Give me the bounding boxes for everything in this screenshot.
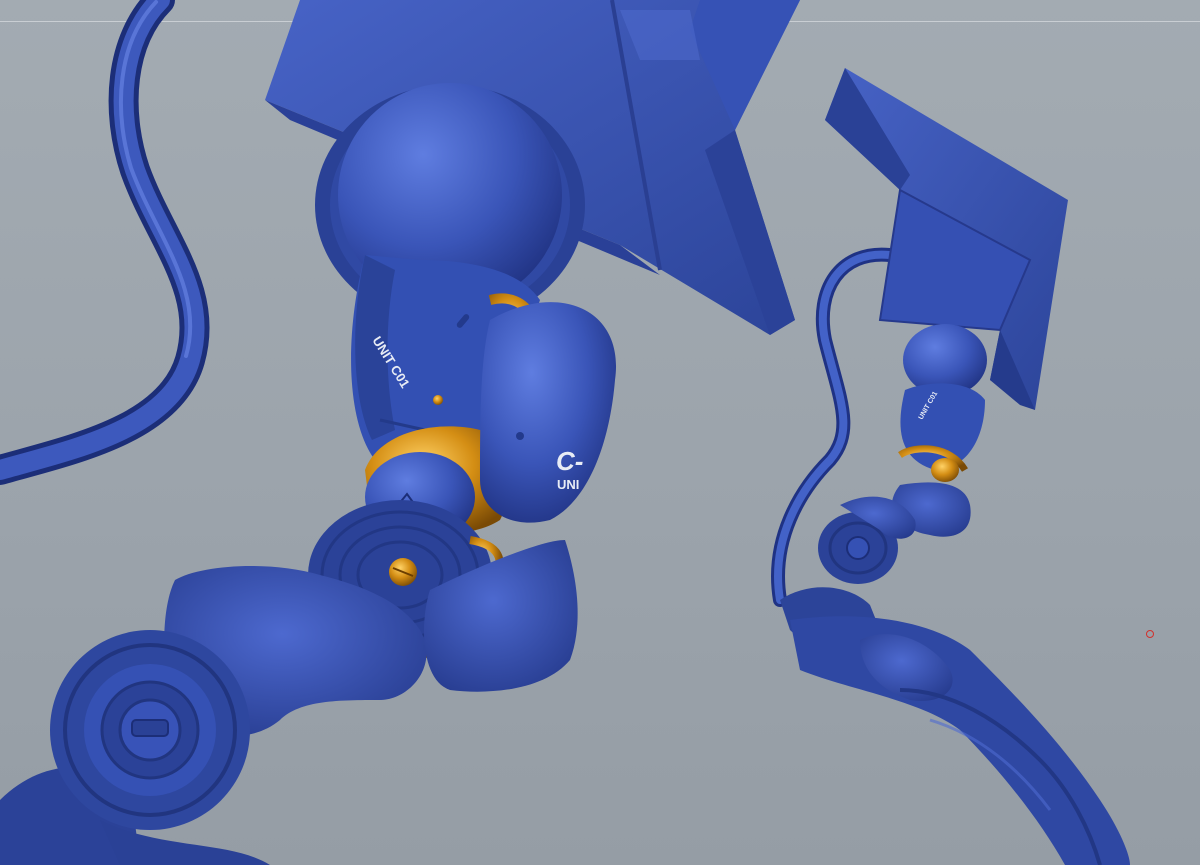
distant-leg-model: UNIT C01 bbox=[771, 68, 1130, 865]
side-decal: C- bbox=[556, 446, 583, 476]
knee-pad: C- UNI bbox=[480, 302, 617, 523]
side-subdecal: UNI bbox=[557, 477, 579, 492]
robot-model-render: UNIT C01 C- UNI UNIT C01 bbox=[0, 0, 1130, 865]
circle-marker-icon bbox=[1146, 630, 1154, 638]
3d-viewport[interactable]: UNIT C01 C- UNI UNIT C01 bbox=[0, 0, 1200, 865]
